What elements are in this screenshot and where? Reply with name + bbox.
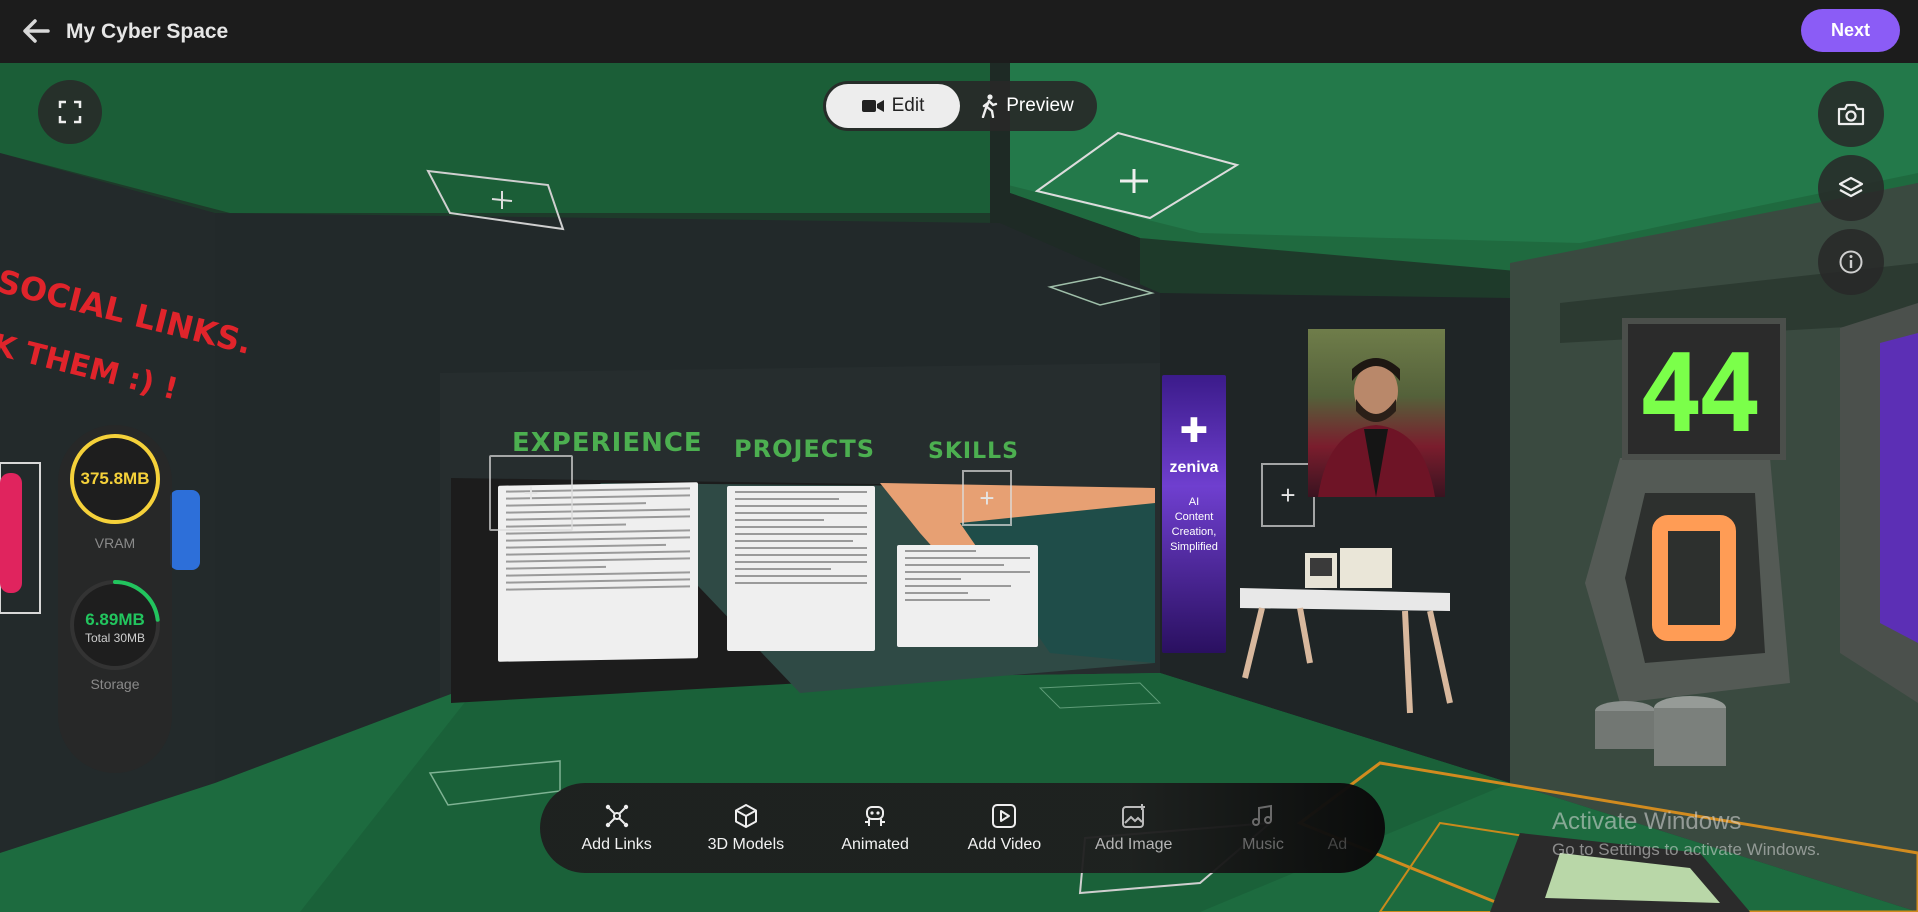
skills-label: SKILLS bbox=[928, 439, 1019, 464]
info-icon bbox=[1839, 250, 1863, 274]
links-icon bbox=[605, 804, 628, 828]
projects-label: PROJECTS bbox=[734, 435, 876, 463]
zeniva-banner[interactable]: ✚ zeniva AI Content Creation, Simplified bbox=[1162, 375, 1226, 653]
back-arrow-icon[interactable] bbox=[18, 13, 54, 49]
layers-icon bbox=[1838, 176, 1864, 198]
scene-viewport[interactable]: SOCIAL LINKS. K THEM :) ! EXPERIENCE PRO… bbox=[0, 63, 1918, 912]
scoreboard: 44 bbox=[1622, 318, 1786, 460]
robot-icon bbox=[865, 806, 886, 826]
music-icon bbox=[1251, 804, 1272, 826]
preview-label: Preview bbox=[1006, 95, 1074, 116]
image-add-icon bbox=[1121, 804, 1145, 828]
music-label: Music bbox=[1242, 836, 1284, 853]
scoreboard-value: 44 bbox=[1638, 332, 1762, 457]
edit-label: Edit bbox=[891, 95, 925, 116]
vram-value: 375.8MB bbox=[80, 469, 150, 488]
more-tools-button[interactable]: Ad bbox=[1328, 783, 1385, 873]
add-video-label: Add Video bbox=[967, 836, 1042, 853]
add-image-button[interactable]: Add Image bbox=[1069, 783, 1198, 873]
3d-models-label: 3D Models bbox=[707, 836, 785, 853]
camera-icon bbox=[1837, 103, 1865, 126]
banner-brand: zeniva bbox=[1169, 459, 1219, 476]
brand-mark-icon: ✚ bbox=[1179, 412, 1209, 450]
watermark-line2: Go to Settings to activate Windows. bbox=[1552, 840, 1821, 859]
animated-button[interactable]: Animated bbox=[811, 783, 940, 873]
experience-label: EXPERIENCE bbox=[512, 428, 703, 458]
portrait-photo[interactable] bbox=[1308, 329, 1445, 497]
windows-activation-watermark: Activate Windows Go to Settings to activ… bbox=[1552, 808, 1820, 860]
screenshot-button[interactable] bbox=[1818, 81, 1884, 147]
music-button[interactable]: Music bbox=[1198, 783, 1327, 873]
add-links-button[interactable]: Add Links bbox=[552, 783, 681, 873]
next-button[interactable]: Next bbox=[1801, 9, 1900, 52]
walking-person-icon bbox=[982, 94, 998, 118]
video-icon bbox=[992, 804, 1017, 828]
3d-models-button[interactable]: 3D Models bbox=[681, 783, 810, 873]
person-portrait-icon bbox=[1318, 358, 1435, 497]
add-video-button[interactable]: Add Video bbox=[940, 783, 1069, 873]
storage-label: Storage bbox=[90, 676, 140, 692]
bottom-toolbar: Add Links 3D Models Animated Add Video A… bbox=[540, 783, 1385, 873]
vram-label: VRAM bbox=[94, 535, 136, 551]
fullscreen-button[interactable] bbox=[38, 80, 102, 144]
resource-meters: 375.8MB VRAM 6.89MB Total 30MB Storage bbox=[58, 425, 172, 773]
preview-mode-button[interactable]: Preview bbox=[960, 84, 1094, 128]
resume-document-2[interactable] bbox=[727, 486, 875, 651]
edit-mode-button[interactable]: Edit bbox=[826, 84, 960, 128]
cube-icon bbox=[734, 804, 757, 828]
banner-tagline: AI Content Creation, Simplified bbox=[1170, 496, 1218, 553]
fullscreen-icon bbox=[58, 100, 82, 124]
mode-toggle: Edit Preview bbox=[823, 81, 1097, 131]
add-image-label: Add Image bbox=[1095, 836, 1173, 853]
add-media-slot-2[interactable]: + bbox=[962, 470, 1012, 526]
add-links-label: Add Links bbox=[581, 836, 652, 853]
resume-document-3[interactable] bbox=[897, 545, 1038, 647]
layers-button[interactable] bbox=[1818, 155, 1884, 221]
add-media-slot-1[interactable]: + bbox=[489, 455, 573, 531]
storage-total: Total 30MB bbox=[84, 631, 146, 645]
animated-label: Animated bbox=[841, 836, 909, 853]
top-bar: My Cyber Space Next bbox=[0, 0, 1918, 63]
add-media-slot-3[interactable]: + bbox=[1261, 463, 1315, 527]
info-button[interactable] bbox=[1818, 229, 1884, 295]
hidden-tool-icon bbox=[1328, 802, 1356, 830]
watermark-line1: Activate Windows bbox=[1552, 808, 1742, 835]
page-title: My Cyber Space bbox=[66, 20, 229, 43]
more-tools-label: Ad bbox=[1327, 836, 1348, 853]
video-camera-icon bbox=[861, 100, 884, 112]
storage-value: 6.89MB bbox=[85, 610, 145, 629]
